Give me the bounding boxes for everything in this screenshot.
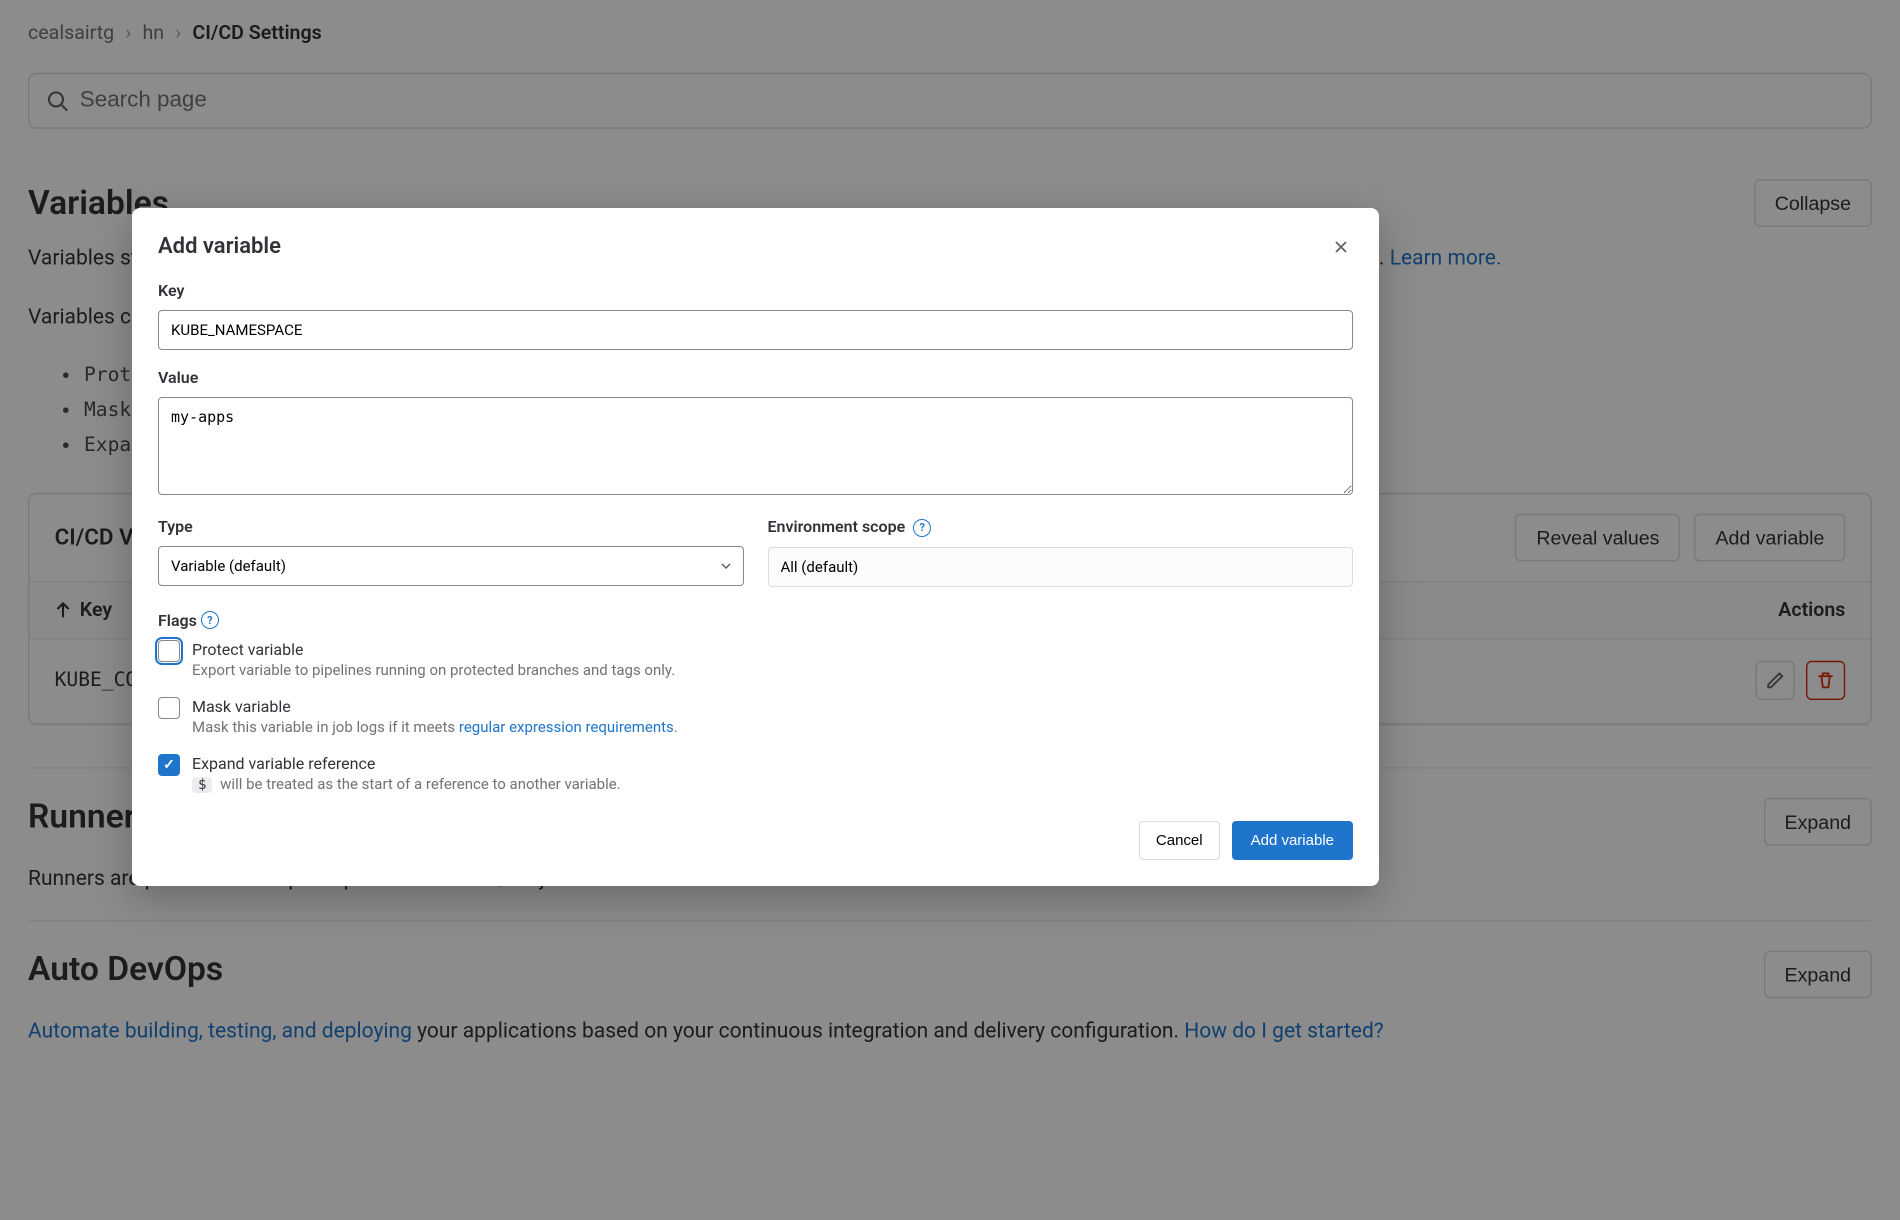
key-label: Key	[158, 281, 1353, 300]
help-icon[interactable]: ?	[913, 519, 931, 537]
scope-label: Environment scope ?	[768, 517, 1354, 537]
chevron-down-icon	[720, 560, 732, 572]
modal-title: Add variable	[158, 234, 281, 259]
close-icon	[1333, 239, 1349, 255]
expand-checkbox[interactable]	[158, 754, 180, 776]
protect-title: Protect variable	[192, 640, 675, 659]
cancel-button[interactable]: Cancel	[1139, 821, 1220, 860]
key-input[interactable]	[158, 310, 1353, 350]
submit-button[interactable]: Add variable	[1232, 821, 1353, 860]
scope-input[interactable]	[768, 547, 1354, 587]
type-select[interactable]: Variable (default)	[158, 546, 744, 586]
protect-subtitle: Export variable to pipelines running on …	[192, 661, 675, 679]
add-variable-modal: Add variable Key Value my-apps Type Vari…	[132, 208, 1379, 886]
flags-label: Flags ?	[158, 611, 219, 630]
mask-subtitle: Mask this variable in job logs if it mee…	[192, 718, 678, 736]
close-button[interactable]	[1329, 235, 1353, 259]
mask-checkbox[interactable]	[158, 697, 180, 719]
dollar-icon: $	[192, 777, 212, 793]
protect-checkbox[interactable]	[158, 640, 180, 662]
modal-footer: Cancel Add variable	[158, 821, 1353, 860]
mask-title: Mask variable	[192, 697, 678, 716]
regex-req-link[interactable]: regular expression requirements	[459, 718, 674, 736]
type-label: Type	[158, 517, 744, 536]
expand-title: Expand variable reference	[192, 754, 621, 773]
expand-subtitle: $ will be treated as the start of a refe…	[192, 775, 621, 793]
help-icon[interactable]: ?	[201, 611, 219, 629]
value-textarea[interactable]: my-apps	[158, 397, 1353, 495]
value-label: Value	[158, 368, 1353, 387]
